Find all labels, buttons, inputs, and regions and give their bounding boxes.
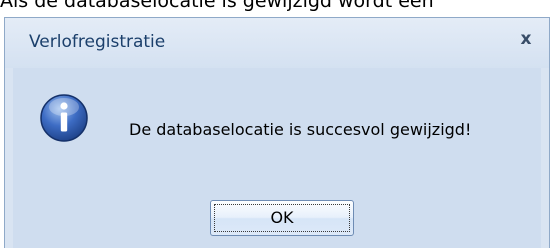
close-button[interactable]: x	[515, 28, 537, 50]
dialog-content: De databaselocatie is succesvol gewijzig…	[13, 68, 541, 248]
dialog-message: De databaselocatie is succesvol gewijzig…	[129, 120, 472, 139]
dialog-titlebar[interactable]: Verlofregistratie x	[5, 18, 549, 68]
info-icon	[40, 94, 88, 142]
dialog-title: Verlofregistratie	[29, 32, 166, 52]
ok-button[interactable]: OK	[210, 200, 354, 236]
ok-button-label: OK	[270, 208, 294, 227]
page-caption-text: Als de databaselocatie is gewijzigd word…	[0, 0, 434, 11]
page: Als de databaselocatie is gewijzigd word…	[0, 0, 550, 248]
message-dialog: Verlofregistratie x De databaselocatie i…	[4, 17, 550, 248]
